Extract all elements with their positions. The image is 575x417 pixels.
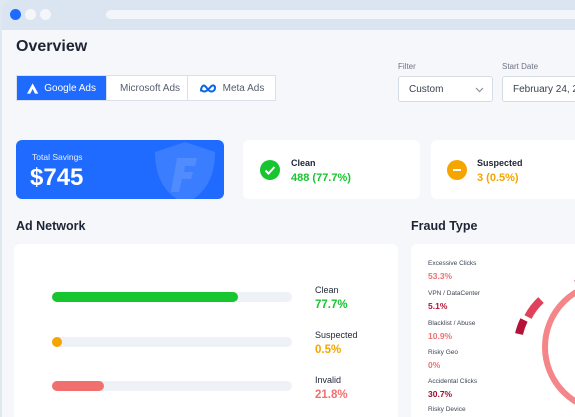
ad-network-bar xyxy=(52,337,292,347)
meta-icon xyxy=(199,83,216,93)
ad-network-title: Ad Network xyxy=(16,219,86,233)
clean-value: 488 (77.7%) xyxy=(291,172,351,184)
invalid-legend-label: Invalid xyxy=(315,375,342,385)
tab-microsoft-ads[interactable]: Microsoft Ads xyxy=(107,76,188,100)
donut-segment-vpn xyxy=(515,318,528,335)
ad-platform-tabs: Google Ads Microsoft Ads Meta Ads xyxy=(16,75,276,101)
fraud-item-label: Risky Device xyxy=(428,406,466,413)
address-bar[interactable] xyxy=(106,10,575,19)
window-dot-minimize[interactable] xyxy=(25,9,36,20)
window-dot-maximize[interactable] xyxy=(40,9,51,20)
fraud-item-value: 5.1% xyxy=(428,301,448,311)
fraud-item-value: 0% xyxy=(428,360,441,370)
tab-label: Microsoft Ads xyxy=(119,82,181,94)
chevron-down-icon xyxy=(475,87,484,93)
clean-legend-value: 77.7% xyxy=(315,299,348,311)
start-date-value: February 24, 20 xyxy=(513,83,575,95)
start-date-label: Start Date xyxy=(502,62,539,71)
clean-bar-fill xyxy=(52,292,239,302)
donut-segment-blacklist xyxy=(524,297,544,319)
clean-legend-label: Clean xyxy=(315,285,339,295)
minus-icon xyxy=(447,160,467,180)
suspected-value: 3 (0.5%) xyxy=(477,172,519,184)
tab-label: Google Ads xyxy=(44,82,96,94)
clean-label: Clean xyxy=(291,158,316,168)
donut-segment-excessive-clicks xyxy=(542,289,575,405)
invalid-legend-value: 21.8% xyxy=(315,389,348,401)
fraud-item-value: 53.3% xyxy=(428,271,453,281)
page-title: Overview xyxy=(16,38,88,55)
ad-network-bar xyxy=(52,292,292,302)
ad-network-panel: Clean 77.7% Suspected 0.5% Invalid 21.8% xyxy=(14,244,398,417)
total-savings-label: Total Savings xyxy=(32,152,83,162)
tab-label: Meta Ads xyxy=(222,82,265,94)
clean-card: Clean 488 (77.7%) xyxy=(243,140,420,199)
suspected-bar-fill xyxy=(52,337,62,347)
suspected-label: Suspected xyxy=(477,158,523,168)
fraud-item-label: Excessive Clicks xyxy=(428,260,477,267)
check-icon xyxy=(260,160,280,180)
invalid-bar-fill xyxy=(52,381,105,391)
fraud-item-label: Risky Geo xyxy=(428,349,458,356)
ad-network-bar xyxy=(52,381,292,391)
browser-chrome xyxy=(2,0,575,30)
filter-select[interactable]: Custom xyxy=(398,76,493,102)
fraud-type-panel: Excessive Clicks 53.3% VPN / DataCenter … xyxy=(411,244,575,417)
filter-label: Filter xyxy=(398,62,416,71)
tab-meta-ads[interactable]: Meta Ads xyxy=(188,76,275,100)
fraud-item-label: Blacklist / Abuse xyxy=(428,320,476,327)
fraud-item-label: VPN / DataCenter xyxy=(428,290,481,297)
google-ads-icon xyxy=(27,82,39,94)
fraud-item-label: Accidental Clicks xyxy=(428,378,478,385)
tab-google-ads[interactable]: Google Ads xyxy=(17,76,107,100)
total-savings-card: Total Savings $745 xyxy=(16,140,224,199)
fraud-item-value: 10.9% xyxy=(428,331,453,341)
fraud-type-title: Fraud Type xyxy=(411,219,478,233)
app-window: Overview Google Ads Microsoft Ads Meta A… xyxy=(2,0,575,417)
shield-logo-icon xyxy=(155,142,215,199)
window-dot-close[interactable] xyxy=(10,9,21,20)
suspected-card: Suspected 3 (0.5%) xyxy=(431,140,575,199)
suspected-legend-label: Suspected xyxy=(315,330,358,340)
fraud-donut-chart xyxy=(515,280,575,405)
fraud-item-value: 30.7% xyxy=(428,389,453,399)
filter-value: Custom xyxy=(409,83,444,95)
suspected-legend-value: 0.5% xyxy=(315,344,342,356)
start-date-input[interactable]: February 24, 20 xyxy=(502,76,575,102)
total-savings-value: $745 xyxy=(30,164,84,191)
